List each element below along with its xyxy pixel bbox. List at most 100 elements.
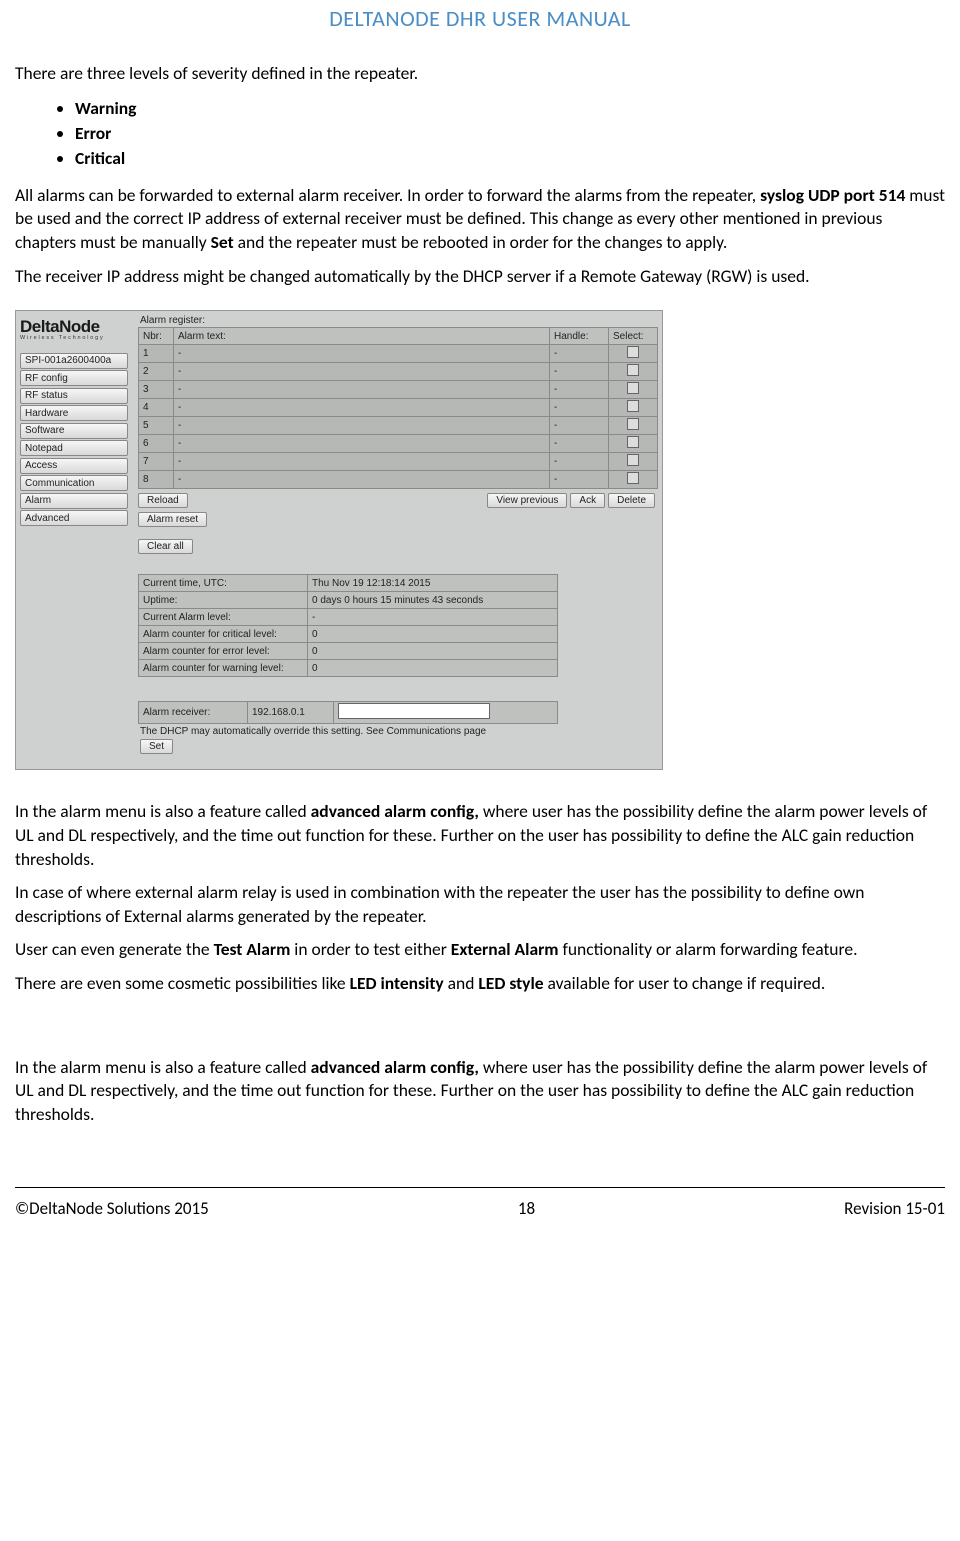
nav-notepad[interactable]: Notepad [20,440,128,456]
logo-brand: DeltaNode [20,317,132,337]
bold-set: Set [211,231,234,253]
severity-warning: Warning [75,96,945,121]
select-checkbox[interactable] [627,472,639,484]
text: User can even generate the [15,938,214,960]
button-row-3: Clear all [138,539,658,554]
page-header-title: DELTANODE DHR USER MANUAL [15,0,945,32]
status-value: 0 [308,643,558,660]
button-row-2: Alarm reset [138,512,658,527]
cell-text: - [174,363,550,381]
status-row: Alarm counter for error level:0 [139,643,558,660]
intro-p2: All alarms can be forwarded to external … [15,184,945,255]
delete-button[interactable]: Delete [608,493,655,508]
severity-error: Error [75,121,945,146]
table-row: 6-- [139,435,658,453]
nav-rf-config[interactable]: RF config [20,370,128,386]
severity-critical: Critical [75,146,945,171]
select-checkbox[interactable] [627,400,639,412]
after-p5: In the alarm menu is also a feature call… [15,1056,945,1127]
bold-advanced-alarm: advanced alarm config, [311,800,479,822]
select-checkbox[interactable] [627,364,639,376]
cell-handle: - [550,471,609,489]
status-key: Alarm counter for warning level: [139,660,308,677]
text: and the repeater must be rebooted in ord… [234,231,728,253]
cell-handle: - [550,345,609,363]
bold-test-alarm: Test Alarm [214,938,291,960]
nav-alarm[interactable]: Alarm [20,493,128,509]
nav-rf-status[interactable]: RF status [20,388,128,404]
text: available for user to change if required… [544,972,826,994]
nav-software[interactable]: Software [20,423,128,439]
cell-nbr: 5 [139,417,174,435]
status-row: Current Alarm level:- [139,609,558,626]
nav-hardware[interactable]: Hardware [20,405,128,421]
col-alarm-text: Alarm text: [174,328,550,345]
cell-text: - [174,471,550,489]
table-row: 5-- [139,417,658,435]
cell-handle: - [550,435,609,453]
select-checkbox[interactable] [627,454,639,466]
bold-led-style: LED style [478,972,543,994]
cell-text: - [174,345,550,363]
footer-copyright: ©DeltaNode Solutions 2015 [15,1198,209,1219]
nav-access[interactable]: Access [20,458,128,474]
text: in order to test either [290,938,450,960]
status-row: Alarm counter for critical level:0 [139,626,558,643]
bold-syslog: syslog UDP port 514 [760,184,905,206]
text: In the alarm menu is also a feature call… [15,800,311,822]
status-row: Alarm counter for warning level:0 [139,660,558,677]
cell-handle: - [550,417,609,435]
clear-all-button[interactable]: Clear all [138,539,193,554]
text: There are even some cosmetic possibiliti… [15,972,350,994]
intro-p1: There are three levels of severity defin… [15,62,945,86]
footer-page-number: 18 [518,1198,535,1219]
logo-tag: Wireless Technology [20,335,132,341]
after-p2: In case of where external alarm relay is… [15,881,945,928]
select-checkbox[interactable] [627,382,639,394]
status-row: Uptime:0 days 0 hours 15 minutes 43 seco… [139,592,558,609]
footer-revision: Revision 15-01 [844,1198,945,1219]
cell-text: - [174,399,550,417]
nav-advanced[interactable]: Advanced [20,510,128,526]
status-key: Alarm counter for critical level: [139,626,308,643]
status-value: 0 [308,660,558,677]
select-checkbox[interactable] [627,418,639,430]
table-row: 3-- [139,381,658,399]
cell-handle: - [550,453,609,471]
alarm-register-table: Nbr: Alarm text: Handle: Select: 1-- 2--… [138,327,658,489]
status-key: Current Alarm level: [139,609,308,626]
cell-handle: - [550,399,609,417]
select-checkbox[interactable] [627,436,639,448]
ack-button[interactable]: Ack [570,493,605,508]
receiver-table: Alarm receiver: 192.168.0.1 [138,701,558,724]
reload-button[interactable]: Reload [138,493,188,508]
after-p4: There are even some cosmetic possibiliti… [15,972,945,996]
cell-nbr: 1 [139,345,174,363]
nav-spi[interactable]: SPI-001a2600400a [20,353,128,369]
receiver-input[interactable] [338,703,490,719]
select-checkbox[interactable] [627,346,639,358]
alarm-reset-button[interactable]: Alarm reset [138,512,207,527]
status-row: Current time, UTC:Thu Nov 19 12:18:14 20… [139,575,558,592]
cell-text: - [174,453,550,471]
set-button[interactable]: Set [140,739,173,754]
text: and [444,972,479,994]
status-value: 0 days 0 hours 15 minutes 43 seconds [308,592,558,609]
bold-led-intensity: LED intensity [350,972,444,994]
cell-nbr: 7 [139,453,174,471]
nav-communication[interactable]: Communication [20,475,128,491]
cell-handle: - [550,381,609,399]
table-row: 8-- [139,471,658,489]
cell-nbr: 6 [139,435,174,453]
page-footer: ©DeltaNode Solutions 2015 18 Revision 15… [15,1187,945,1219]
col-select: Select: [609,328,658,345]
receiver-label: Alarm receiver: [139,702,248,724]
cell-nbr: 3 [139,381,174,399]
cell-text: - [174,417,550,435]
table-row: 1-- [139,345,658,363]
after-p3: User can even generate the Test Alarm in… [15,938,945,962]
view-previous-button[interactable]: View previous [487,493,567,508]
status-value: 0 [308,626,558,643]
screenshot-content: Alarm register: Nbr: Alarm text: Handle:… [138,315,658,765]
cell-nbr: 2 [139,363,174,381]
